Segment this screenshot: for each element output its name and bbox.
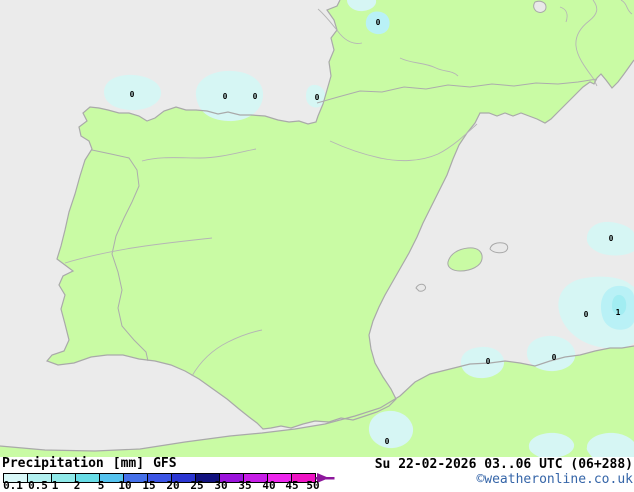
scale-tick: 0.5 <box>28 479 48 492</box>
scale-tick: 10 <box>118 479 132 492</box>
precip-value-label: 0 <box>385 437 390 446</box>
forecast-map[interactable]: 0 0 0 0 0 0 0 1 0 0 0 <box>0 0 634 457</box>
scale-tick: 50 <box>306 479 320 492</box>
precip-value-label: 0 <box>584 310 589 319</box>
legend-model: GFS <box>153 456 177 471</box>
map-canvas[interactable]: 0 0 0 0 0 0 0 1 0 0 0 <box>0 0 634 457</box>
scale-tick: 40 <box>262 479 276 492</box>
precip-value-label: 0 <box>486 357 491 366</box>
scale-tick: 15 <box>142 479 156 492</box>
scale-tick: 30 <box>214 479 228 492</box>
legend-title-text: Precipitation <box>2 456 104 471</box>
precip-value-label: 0 <box>315 93 320 102</box>
scale-tick: 1 <box>51 479 59 492</box>
legend-title: Precipitation [mm] GFS <box>2 456 177 471</box>
precip-value-label: 0 <box>552 353 557 362</box>
scale-tick: 0.1 <box>3 479 23 492</box>
precip-value-label: 0 <box>223 92 228 101</box>
scale-tick: 45 <box>285 479 299 492</box>
scale-tick: 2 <box>73 479 81 492</box>
scale-tick: 5 <box>97 479 105 492</box>
forecast-timestamp: Su 22-02-2026 03..06 UTC (06+288) <box>374 457 633 472</box>
legend-unit: [mm] <box>112 456 145 471</box>
scale-tick-row: 0.1 0.5 1 2 5 10 15 20 25 30 35 40 45 50 <box>0 479 634 492</box>
precip-value-label: 0 <box>609 234 614 243</box>
weather-map-page: { "legend": { "title": "Precipitation", … <box>0 0 634 492</box>
scale-tick: 35 <box>238 479 252 492</box>
precip-value-label: 0 <box>253 92 258 101</box>
scale-tick: 25 <box>190 479 204 492</box>
lagoon-france <box>533 0 547 13</box>
precip-value-label: 1 <box>616 308 621 317</box>
island-menorca <box>489 242 509 254</box>
precip-value-label: 0 <box>130 90 135 99</box>
precip-value-label: 0 <box>376 18 381 27</box>
scale-tick: 20 <box>166 479 180 492</box>
